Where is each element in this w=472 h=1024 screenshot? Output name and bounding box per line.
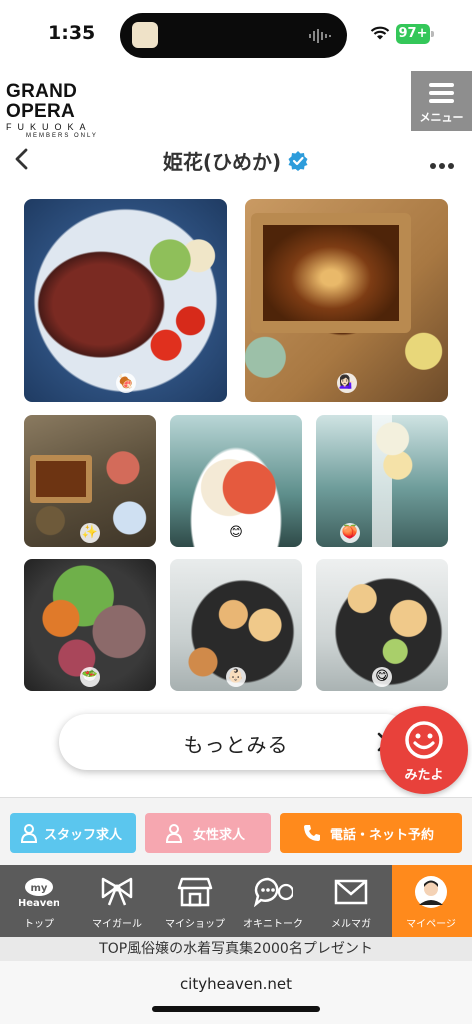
nav-item-top[interactable]: my Heaven トップ (0, 865, 78, 937)
nav-label: オキニトーク (243, 919, 303, 930)
staff-recruit-label: スタッフ求人 (44, 828, 123, 843)
phone-reserve-button[interactable]: 電話・ネット予約 (280, 813, 462, 853)
menu-label: メニュー (419, 111, 464, 124)
ribbon-icon (101, 877, 133, 906)
photo-emoji: 😋 (372, 667, 392, 687)
nav-label: マイガール (92, 919, 142, 930)
site-logo[interactable]: GRAND OPERA FUKUOKA MEMBERS ONLY (6, 82, 134, 140)
phone-reserve-label: 電話・ネット予約 (330, 828, 435, 843)
profile-title-bar: 姫花(ひめか) (0, 138, 472, 184)
logo-line2: FUKUOKA (6, 122, 92, 132)
photo-tile[interactable]: 🥗 (24, 559, 156, 691)
nav-badge-my: my (31, 883, 48, 894)
nav-label: メルマガ (331, 919, 371, 930)
smile-icon (405, 721, 443, 759)
home-indicator (152, 1006, 320, 1012)
browser-url-bar[interactable]: cityheaven.net (0, 961, 472, 1024)
page-title: 姫花(ひめか) (162, 150, 282, 174)
photo-tile[interactable]: ✨ (24, 415, 156, 547)
chat-icon (253, 877, 293, 908)
nav-item-mypage[interactable]: マイページ (392, 865, 472, 937)
hamburger-icon (429, 83, 454, 103)
women-recruit-label: 女性求人 (193, 828, 246, 843)
nav-badge-heaven: Heaven (19, 898, 59, 909)
page: 1:35 97+ GRAND OPERA FUKUOKA MEMBERS ONL… (0, 0, 472, 1024)
logo-line1: GRAND OPERA (6, 81, 78, 122)
photo-detail (251, 213, 411, 333)
site-header: GRAND OPERA FUKUOKA MEMBERS ONLY メニュー (0, 70, 472, 139)
more-options-icon[interactable] (430, 154, 462, 169)
shop-icon (177, 877, 213, 907)
photo-emoji: 💁🏻‍♀️ (337, 373, 357, 393)
action-bar: スタッフ求人 女性求人 電話・ネット予約 (0, 797, 472, 865)
audio-wave-icon (309, 29, 331, 43)
title-wrap: 姫花(ひめか) (0, 146, 472, 175)
mitayo-label: みたよ (404, 768, 444, 783)
nav-item-mailmag[interactable]: メルマガ (312, 865, 390, 937)
wifi-icon (370, 26, 390, 40)
promo-banner[interactable]: TOP風俗嬢の水着写真集2000名プレゼント (0, 937, 472, 961)
bottom-nav: my Heaven トップ マイガール マイショップ オキニトーク メルマガ マ… (0, 865, 472, 937)
staff-recruit-button[interactable]: スタッフ求人 (10, 813, 136, 853)
battery-tip (431, 31, 434, 37)
nav-label: トップ (24, 919, 54, 930)
photo-tile[interactable]: 👶🏻 (170, 559, 302, 691)
women-recruit-button[interactable]: 女性求人 (145, 813, 271, 853)
photo-emoji: 🍖 (116, 373, 136, 393)
mitayo-button[interactable]: みたよ (380, 706, 468, 794)
photo-emoji: 🥗 (80, 667, 100, 687)
verified-badge-icon (288, 150, 308, 171)
photo-emoji: ✨ (80, 523, 100, 543)
mail-icon (334, 879, 368, 905)
nav-label: マイページ (406, 919, 456, 930)
nav-item-myshop[interactable]: マイショップ (156, 865, 234, 937)
battery-indicator: 97+ (396, 24, 430, 44)
dynamic-island (120, 13, 347, 58)
status-bar: 1:35 97+ (0, 0, 472, 70)
my-heaven-icon: my Heaven (19, 878, 59, 909)
nav-label: マイショップ (165, 919, 225, 930)
status-time: 1:35 (48, 22, 96, 44)
photo-emoji: 👶🏻 (226, 667, 246, 687)
photo-tile[interactable]: 💁🏻‍♀️ (245, 199, 448, 402)
nav-item-okinitalk[interactable]: オキニトーク (234, 865, 312, 937)
person-icon (165, 824, 183, 843)
nav-item-mygirl[interactable]: マイガール (78, 865, 156, 937)
photo-tile[interactable]: 🍑 (316, 415, 448, 547)
photo-emoji: 😊 (226, 523, 246, 543)
photo-tile[interactable]: 😊 (170, 415, 302, 547)
now-playing-thumbnail (132, 22, 158, 48)
photo-tile[interactable]: 🍖 (24, 199, 227, 402)
menu-button[interactable]: メニュー (411, 71, 472, 131)
see-more-label: もっとみる (183, 733, 289, 757)
person-icon (20, 824, 38, 843)
url-text: cityheaven.net (179, 975, 293, 993)
phone-icon (304, 825, 320, 841)
see-more-button[interactable]: もっとみる (59, 714, 413, 770)
photo-detail (30, 455, 92, 503)
avatar-icon (415, 876, 447, 908)
photo-emoji: 🍑 (340, 523, 360, 543)
photo-tile[interactable]: 😋 (316, 559, 448, 691)
